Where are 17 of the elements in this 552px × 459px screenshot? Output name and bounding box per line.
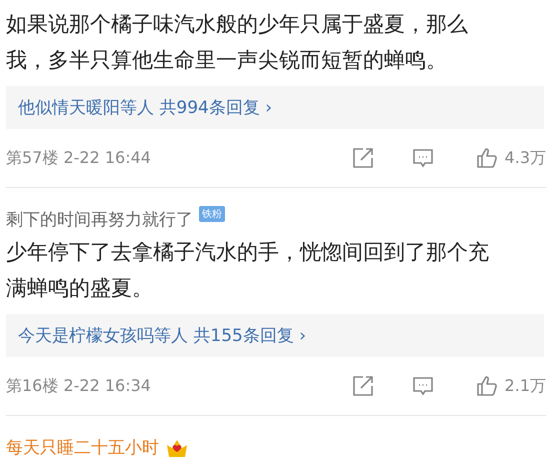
comment-icon[interactable] bbox=[410, 374, 435, 398]
share-icon[interactable] bbox=[350, 146, 375, 170]
replies-link[interactable]: 今天是柠檬女孩吗等人 共155条回复 › bbox=[6, 314, 544, 357]
floor-and-time: 第16楼 2-22 16:34 bbox=[6, 376, 151, 396]
comment-icon[interactable] bbox=[410, 146, 435, 170]
comment-text: 少年停下了去拿橘子汽水的手，恍惚间回到了那个充满蝉鸣的盛夏。 bbox=[6, 239, 490, 302]
share-icon[interactable] bbox=[350, 374, 375, 398]
like-count: 2.1万 bbox=[504, 376, 546, 396]
thumbs-up-icon[interactable] bbox=[474, 146, 499, 170]
comment-text: 如果说那个橘子味汽水般的少年只属于盛夏，那么我，多半只算他生命里一声尖锐而短暂的蝉鸣。 bbox=[6, 11, 469, 74]
user-name[interactable]: 每天只睡二十五小时 bbox=[6, 436, 159, 458]
like-count: 4.3万 bbox=[504, 148, 546, 168]
user-name[interactable]: 剩下的时间再努力就行了 bbox=[6, 208, 193, 230]
floor-and-time: 第57楼 2-22 16:44 bbox=[6, 148, 151, 168]
thumbs-up-icon[interactable] bbox=[474, 374, 499, 398]
fan-badge: 铁粉 bbox=[199, 206, 225, 222]
replies-link[interactable]: 他似情天暖阳等人 共994条回复 › bbox=[6, 86, 544, 129]
